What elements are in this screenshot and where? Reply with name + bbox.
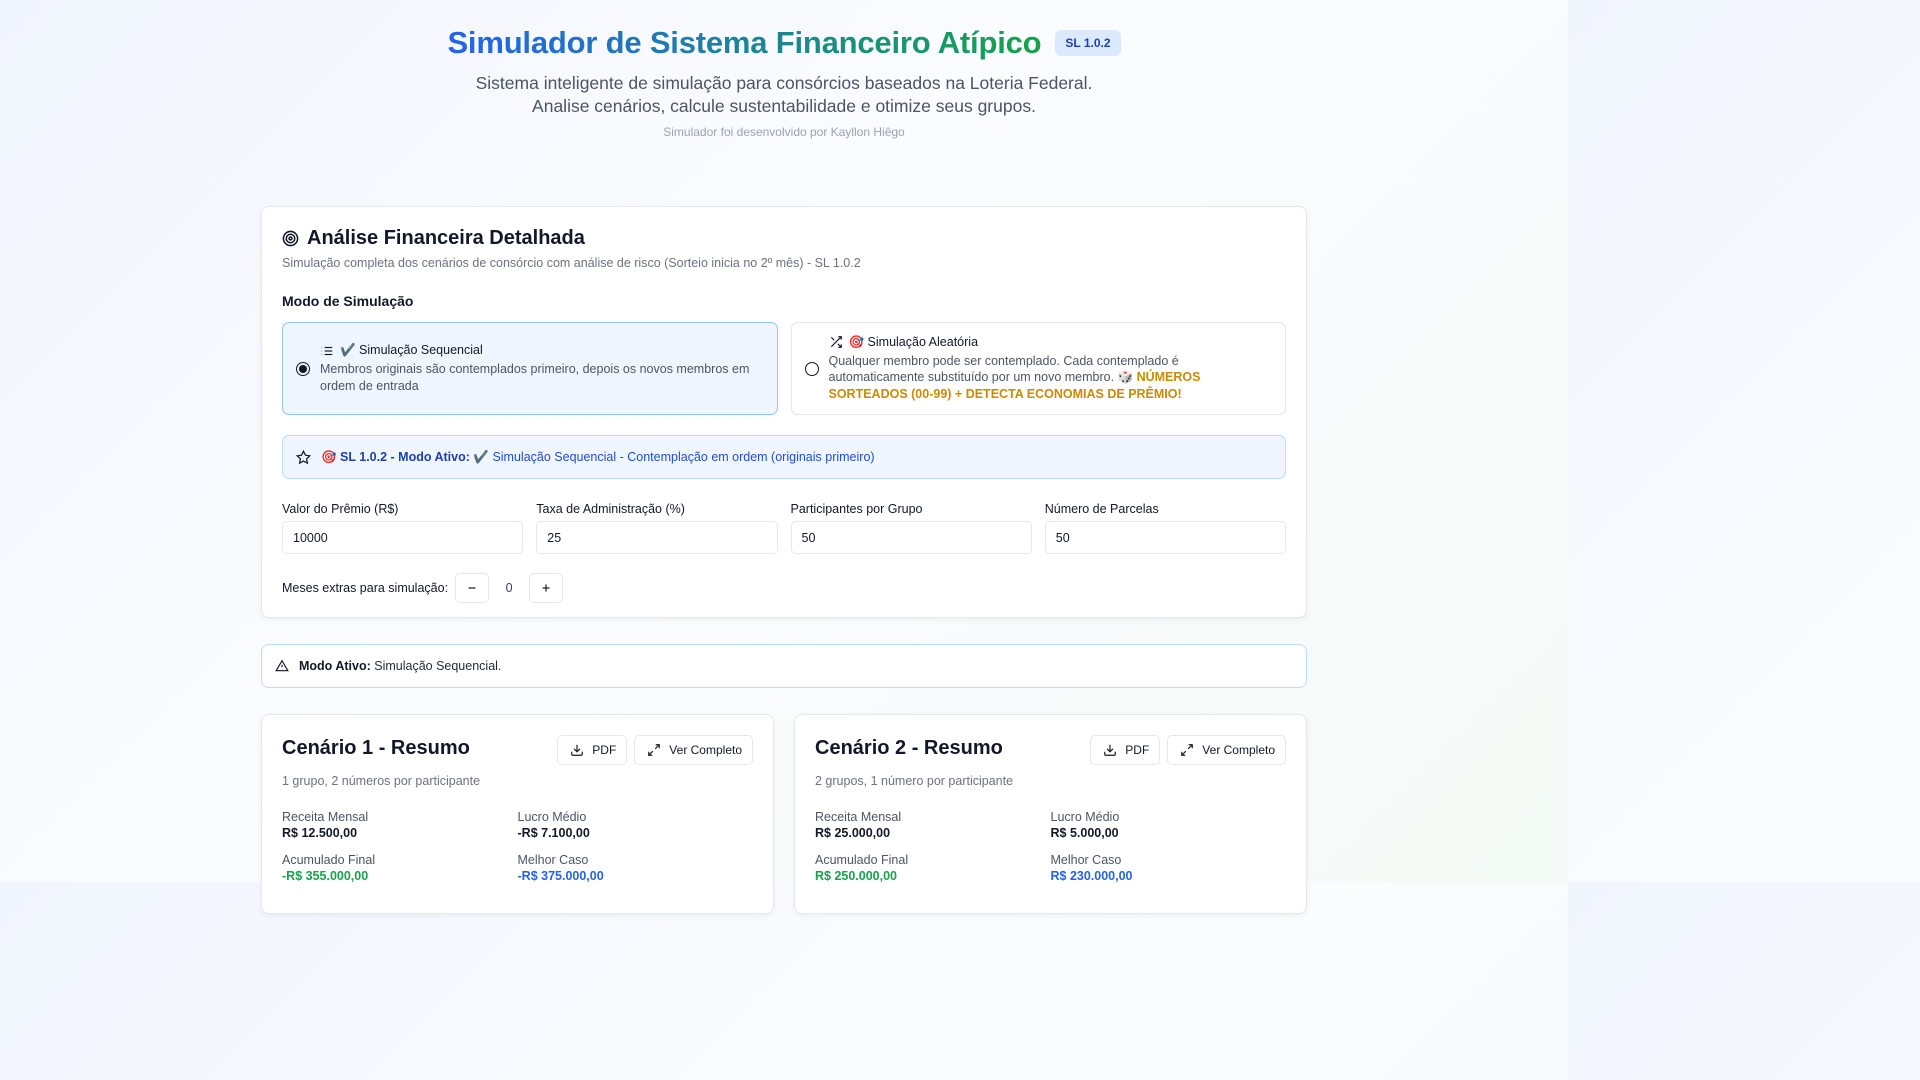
participants-label: Participantes por Grupo [790,502,923,516]
scenario-1-view-full-button[interactable]: Ver Completo [634,735,753,765]
mode-options: ✔️ Simulação Sequencial Membros originai… [282,322,1286,415]
mode-section-label: Modo de Simulação [282,293,414,309]
scenario-card-1: Cenário 1 - Resumo PDF Ver Completo 1 gr… [261,714,774,914]
prize-input[interactable] [282,521,524,554]
field-admin-fee: Taxa de Administração (%) [536,502,778,554]
alert-label: Modo Ativo: [299,659,371,673]
analysis-title-row: Análise Financeira Detalhada [282,227,1286,250]
prize-label: Valor do Prêmio (R$) [282,502,399,516]
extra-months-stepper: Meses extras para simulação: 0 [282,573,1286,603]
metric-final-accumulated: Acumulado Final -R$ 355.000,00 [282,853,518,883]
scenario-1-subtitle: 1 grupo, 2 números por participante [282,774,481,788]
warning-icon [275,659,289,673]
view-full-label: Ver Completo [669,743,742,757]
scenario-2-subtitle: 2 grupos, 1 número por participante [815,774,1014,788]
decrement-button[interactable] [455,573,490,603]
scenario-2-pdf-button[interactable]: PDF [1090,735,1161,765]
installments-input[interactable] [1044,521,1286,554]
extra-months-label: Meses extras para simulação: [282,581,449,595]
metric-label: Melhor Caso [1050,853,1122,867]
admin-fee-input[interactable] [536,521,778,554]
subtitle-line-2: Analise cenários, calcule sustentabilida… [532,96,1036,116]
metric-monthly-revenue: Receita Mensal R$ 25.000,00 [815,810,1051,840]
metric-value: R$ 230.000,00 [1050,869,1133,883]
mode-option-random[interactable]: 🎯 Simulação Aleatória Qualquer membro po… [790,322,1286,415]
active-mode-banner: 🎯 SL 1.0.2 - Modo Ativo: ✔️ Simulação Se… [282,435,1286,479]
scenario-2-view-full-button[interactable]: Ver Completo [1167,735,1286,765]
mode-sequential-title: ✔️ Simulação Sequencial [340,343,483,357]
metric-value: R$ 25.000,00 [815,826,891,840]
metric-label: Receita Mensal [815,810,902,824]
active-mode-alert: Modo Ativo: Simulação Sequencial. [261,644,1307,688]
mode-random-desc-wrap: Qualquer membro pode ser contemplado. Ca… [829,353,1273,403]
shuffle-icon [829,335,843,349]
parameter-fields: Valor do Prêmio (R$) Taxa de Administraç… [282,502,1286,554]
page-subtitle: Sistema inteligente de simulação para co… [0,72,1568,118]
expand-icon [1181,744,1194,756]
metric-value: R$ 5.000,00 [1050,826,1119,840]
scenario-card-2: Cenário 2 - Resumo PDF Ver Completo 2 gr… [794,714,1307,914]
extra-months-value: 0 [505,581,513,595]
mode-option-sequential[interactable]: ✔️ Simulação Sequencial Membros originai… [282,322,778,415]
metric-avg-profit: Lucro Médio -R$ 7.100,00 [518,810,754,840]
analysis-subtitle: Simulação completa dos cenários de consó… [282,256,861,270]
field-installments: Número de Parcelas [1044,502,1286,554]
metric-label: Melhor Caso [517,853,589,867]
metric-value: -R$ 355.000,00 [282,869,369,883]
admin-fee-label: Taxa de Administração (%) [536,502,685,516]
alert-text: Simulação Sequencial. [374,659,502,673]
radio-sequential[interactable] [296,361,310,376]
target-icon [282,230,299,247]
version-badge: SL 1.0.2 [1055,30,1121,56]
mode-sequential-desc: Membros originais são contemplados prime… [320,362,750,393]
metric-avg-profit: Lucro Médio R$ 5.000,00 [1051,810,1287,840]
list-icon [320,344,334,358]
star-icon [296,449,311,465]
plus-icon [542,584,550,592]
subtitle-line-1: Sistema inteligente de simulação para co… [475,73,1093,93]
scenario-1-metrics: Receita Mensal R$ 12.500,00 Lucro Médio … [282,810,753,883]
active-mode-label: 🎯 SL 1.0.2 - Modo Ativo: [321,449,470,464]
scenario-1-pdf-button[interactable]: PDF [557,735,628,765]
analysis-title: Análise Financeira Detalhada [307,227,585,249]
metric-label: Lucro Médio [1050,810,1120,824]
scenario-1-title: Cenário 1 - Resumo [282,737,470,759]
metric-best-case: Melhor Caso -R$ 375.000,00 [518,853,754,883]
expand-icon [648,744,661,756]
scenario-2-title: Cenário 2 - Resumo [815,737,1003,759]
analysis-card: Análise Financeira Detalhada Simulação c… [261,206,1307,618]
metric-value: R$ 12.500,00 [282,826,358,840]
field-prize: Valor do Prêmio (R$) [282,502,524,554]
metric-best-case: Melhor Caso R$ 230.000,00 [1051,853,1287,883]
mode-random-desc: Qualquer membro pode ser contemplado. Ca… [828,353,1179,385]
metric-value: -R$ 7.100,00 [517,826,590,840]
metric-final-accumulated: Acumulado Final R$ 250.000,00 [815,853,1051,883]
metric-label: Lucro Médio [517,810,587,824]
scenario-2-metrics: Receita Mensal R$ 25.000,00 Lucro Médio … [815,810,1286,883]
download-icon [1104,744,1117,756]
page-header: Simulador de Sistema Financeiro Atípico … [0,0,1568,139]
radio-random[interactable] [804,361,819,376]
metric-value: R$ 250.000,00 [815,869,898,883]
metric-label: Acumulado Final [282,853,376,867]
active-mode-text: ✔️ Simulação Sequencial - Contemplação e… [473,449,875,464]
metric-label: Acumulado Final [815,853,909,867]
page-title: Simulador de Sistema Financeiro Atípico [447,22,1041,64]
increment-button[interactable] [529,573,564,603]
pdf-label: PDF [1125,743,1150,757]
developer-credit: Simulador foi desenvolvido por Kayllon H… [663,125,905,139]
view-full-label: Ver Completo [1202,743,1275,757]
mode-random-title: 🎯 Simulação Aleatória [848,334,979,349]
metric-value: -R$ 375.000,00 [517,869,604,883]
participants-input[interactable] [790,521,1032,554]
metric-monthly-revenue: Receita Mensal R$ 12.500,00 [282,810,518,840]
pdf-label: PDF [592,743,617,757]
field-participants: Participantes por Grupo [790,502,1032,554]
minus-icon [468,587,476,589]
installments-label: Número de Parcelas [1044,502,1159,516]
download-icon [571,744,584,756]
metric-label: Receita Mensal [282,810,369,824]
